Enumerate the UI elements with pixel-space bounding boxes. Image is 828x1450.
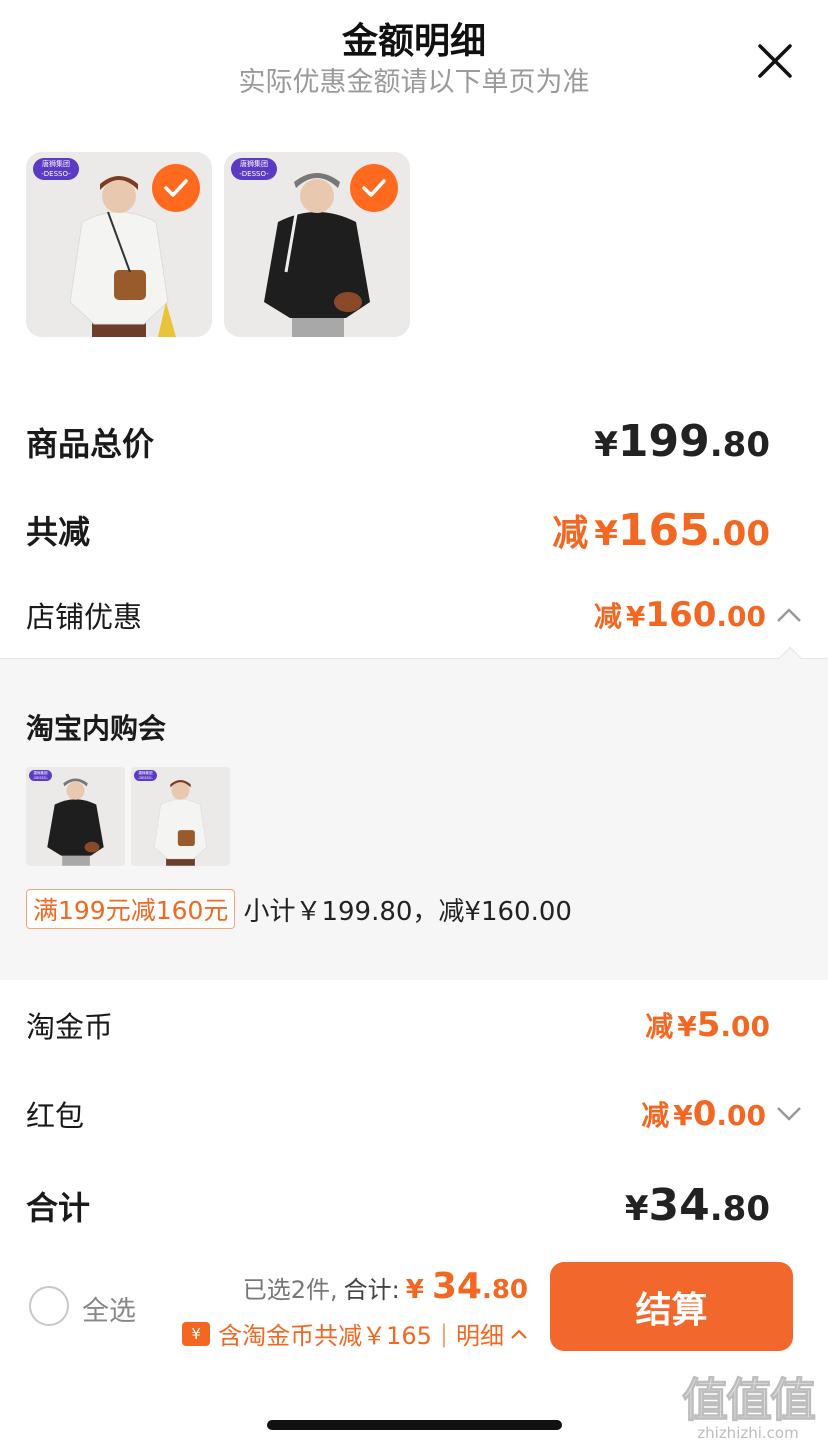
header: 金额明细 实际优惠金额请以下单页为准	[0, 0, 828, 110]
home-indicator[interactable]	[267, 1420, 562, 1430]
store-discount-panel: 淘宝内购会 唐狮集团 -DESSO- 唐狮集团 -DESSO- 满199元减16…	[0, 646, 828, 980]
page-title: 金额明细	[341, 21, 486, 62]
total-discount-amount: 减 ¥ 165 .00	[552, 505, 770, 556]
row-total-discount: 共减 减 ¥ 165 .00	[26, 504, 770, 556]
row-sum: 合计 ¥ 34 .80	[26, 1180, 770, 1231]
product-thumb-black[interactable]: 唐狮集团 -DESSO-	[224, 152, 410, 337]
chevron-up-icon	[511, 1328, 527, 1339]
product-thumb-white[interactable]: 唐狮集团 -DESSO-	[26, 152, 212, 337]
row-red-packet[interactable]: 红包 减 ¥ 0 .00	[26, 1093, 802, 1135]
brand-logo: 唐狮集团 -DESSO-	[134, 770, 157, 781]
panel-product-thumbs: 唐狮集团 -DESSO- 唐狮集团 -DESSO-	[26, 767, 230, 866]
promo-tag: 满199元减160元	[26, 889, 236, 929]
checkout-bar: 全选 已选2件, 合计: ¥ 34 .80 ¥ 含淘金币共减￥165 | 明细 …	[0, 1250, 828, 1360]
coin-icon: ¥	[182, 1321, 211, 1346]
select-all-label[interactable]: 全选	[82, 1289, 136, 1328]
promo-subtotal-text: 小计￥199.80，减¥160.00	[243, 896, 572, 927]
total-price-label: 商品总价	[26, 424, 155, 463]
sum-amount: ¥ 34 .80	[624, 1180, 770, 1231]
selected-products: 唐狮集团 -DESSO- 唐狮集团 -DESSO-	[26, 152, 410, 337]
discount-detail-link[interactable]: ¥ 含淘金币共减￥165 | 明细	[182, 1316, 528, 1351]
row-total-price: 商品总价 ¥ 199 .80	[26, 416, 770, 467]
watermark: 值值值 zhizhizhi.com	[682, 1373, 817, 1443]
product-image-black-sweater	[26, 767, 125, 866]
red-packet-amount: 减 ¥ 0 .00	[641, 1094, 766, 1134]
coins-label: 淘金币	[26, 1010, 114, 1044]
selected-summary: 已选2件, 合计: ¥ 34 .80	[242, 1266, 528, 1307]
total-price-amount: ¥ 199 .80	[594, 416, 770, 467]
close-icon[interactable]	[756, 42, 794, 80]
total-discount-label: 共减	[26, 513, 91, 551]
brand-logo: 唐狮集团 -DESSO-	[231, 158, 277, 180]
page-subtitle: 实际优惠金额请以下单页为准	[238, 67, 590, 98]
brand-logo: 唐狮集团 -DESSO-	[33, 158, 79, 180]
mini-thumb-white: 唐狮集团 -DESSO-	[131, 767, 230, 866]
promo-line: 满199元减160元 小计￥199.80，减¥160.00	[26, 889, 572, 929]
store-discount-label: 店铺优惠	[26, 600, 143, 634]
store-discount-amount: 减 ¥ 160 .00	[593, 595, 766, 635]
mini-thumb-black: 唐狮集团 -DESSO-	[26, 767, 125, 866]
red-packet-label: 红包	[26, 1099, 85, 1133]
row-store-discount[interactable]: 店铺优惠 减 ¥ 160 .00	[26, 594, 802, 636]
checkout-button[interactable]: 结算	[550, 1262, 793, 1351]
panel-title: 淘宝内购会	[26, 712, 167, 745]
chevron-up-icon[interactable]	[776, 607, 802, 623]
checked-icon[interactable]	[350, 164, 398, 212]
checked-icon[interactable]	[152, 164, 200, 212]
coins-amount: 减 ¥ 5 .00	[645, 1005, 770, 1045]
chevron-down-icon[interactable]	[776, 1106, 802, 1122]
sum-label: 合计	[26, 1188, 91, 1227]
brand-logo: 唐狮集团 -DESSO-	[29, 770, 52, 781]
select-all-radio[interactable]	[29, 1286, 69, 1326]
row-coins: 淘金币 减 ¥ 5 .00	[26, 1004, 770, 1046]
product-image-white-sweater	[131, 767, 230, 866]
